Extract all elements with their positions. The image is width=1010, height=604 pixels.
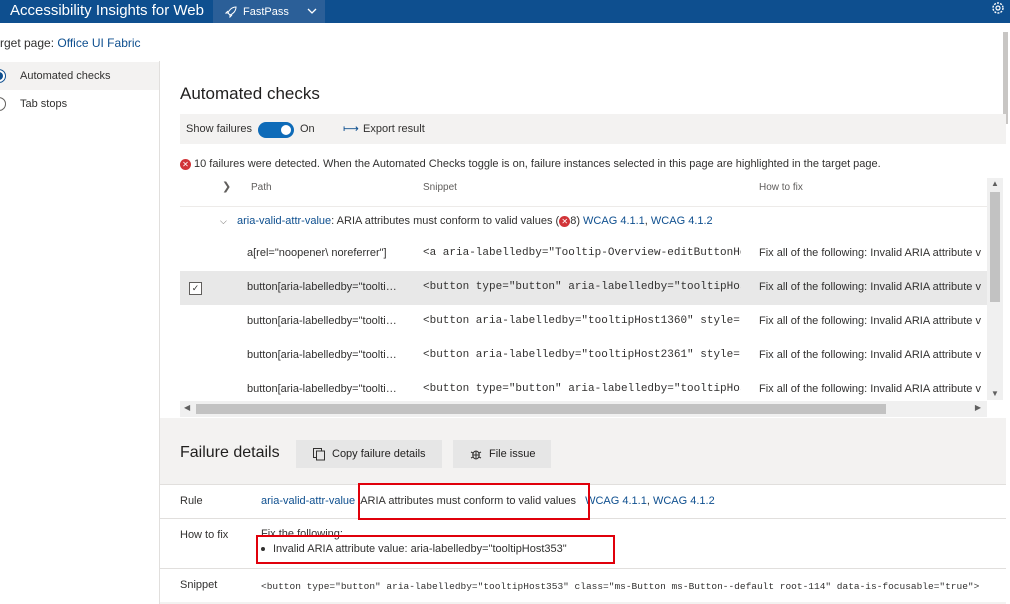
nav-item-tab-stops[interactable]: Tab stops — [0, 90, 159, 118]
copy-failure-details-label: Copy failure details — [332, 448, 426, 460]
scrollbar-thumb[interactable] — [196, 404, 886, 414]
step-indicator-icon — [0, 97, 6, 111]
row-snippet: <button aria-labelledby="tooltipHost2361… — [423, 349, 741, 361]
export-result-button[interactable]: Export result — [363, 123, 425, 135]
how-to-fix-label: How to fix — [180, 529, 229, 541]
row-checkbox[interactable]: ✓ — [189, 282, 202, 295]
target-page: rget page: Office UI Fabric — [0, 36, 141, 50]
table-vertical-scrollbar[interactable]: ▲ ▼ — [987, 178, 1003, 400]
table-row[interactable]: button[aria-labelledby="toolti… <button … — [180, 305, 988, 339]
row-path: button[aria-labelledby="toolti… — [247, 315, 397, 327]
failure-count: 8) — [570, 215, 580, 227]
row-snippet: <button aria-labelledby="tooltipHost1360… — [423, 315, 741, 327]
row-snippet: <button type="button" aria-labelledby="t… — [423, 281, 741, 293]
command-bar: Show failures On ⟼ Export result — [180, 114, 1006, 144]
row-how-to-fix: Fix all of the following: Invalid ARIA a… — [759, 281, 981, 293]
column-header-snippet[interactable]: Snippet — [423, 182, 457, 193]
rule-group-header[interactable]: ⌵ aria-valid-attr-value: ARIA attributes… — [180, 206, 988, 236]
wcag-link-412[interactable]: WCAG 4.1.2 — [653, 495, 715, 507]
scroll-right-icon[interactable]: ▶ — [975, 403, 981, 412]
highlight-box-fix — [256, 535, 615, 564]
table-horizontal-scrollbar[interactable]: ◀ ▶ — [180, 401, 987, 417]
copy-icon — [313, 448, 325, 461]
bug-icon — [470, 450, 482, 460]
nav-item-automated-checks[interactable]: Automated checks — [0, 62, 159, 90]
wcag-link-411[interactable]: WCAG 4.1.1 — [583, 215, 645, 227]
rule-group-text: aria-valid-attr-value: ARIA attributes m… — [237, 215, 713, 227]
target-page-label: rget page: — [0, 36, 55, 50]
expand-all-icon[interactable]: ❯ — [222, 180, 231, 193]
scrollbar-thumb[interactable] — [990, 192, 1000, 302]
nav-item-label: Tab stops — [20, 98, 68, 110]
row-how-to-fix: Fix all of the following: Invalid ARIA a… — [759, 315, 981, 327]
results-table: ❯ Path Snippet How to fix ⌵ aria-valid-a… — [180, 176, 1006, 416]
summary-text: 10 failures were detected. When the Auto… — [194, 158, 881, 170]
wcag-link-412[interactable]: WCAG 4.1.2 — [651, 215, 713, 227]
mode-label: FastPass — [243, 5, 289, 18]
rocket-icon — [225, 5, 237, 18]
show-failures-label: Show failures — [186, 123, 253, 135]
chevron-down-icon[interactable]: ⌵ — [220, 216, 227, 227]
rule-link[interactable]: aria-valid-attr-value — [237, 215, 331, 227]
chevron-down-icon — [307, 8, 317, 14]
row-path: button[aria-labelledby="toolti… — [247, 281, 397, 293]
error-icon: ✕ — [559, 216, 571, 227]
row-path: button[aria-labelledby="toolti… — [247, 383, 397, 395]
table-row[interactable]: ✓ button[aria-labelledby="toolti… <butto… — [180, 271, 988, 305]
failure-details-title: Failure details — [180, 444, 280, 461]
table-row[interactable]: button[aria-labelledby="toolti… <button … — [180, 339, 988, 373]
copy-failure-details-button[interactable]: Copy failure details — [296, 440, 442, 468]
row-path: a[rel="noopener\ noreferrer"] — [247, 247, 387, 259]
error-icon: ✕ — [180, 158, 191, 170]
row-path: button[aria-labelledby="toolti… — [247, 349, 397, 361]
scroll-left-icon[interactable]: ◀ — [184, 403, 190, 412]
rule-description: : ARIA attributes must conform to valid … — [331, 215, 560, 227]
row-how-to-fix: Fix all of the following: Invalid ARIA a… — [759, 247, 981, 259]
row-how-to-fix: Fix all of the following: Invalid ARIA a… — [759, 349, 981, 361]
table-row[interactable]: a[rel="noopener\ noreferrer"] <a aria-la… — [180, 237, 988, 271]
snippet-label: Snippet — [180, 579, 218, 591]
snippet-value: <button type="button" aria-labelledby="t… — [261, 581, 980, 592]
export-icon: ⟼ — [343, 123, 359, 135]
rule-link[interactable]: aria-valid-attr-value — [261, 495, 355, 507]
scroll-up-icon[interactable]: ▲ — [991, 179, 999, 188]
nav-item-label: Automated checks — [20, 70, 111, 82]
scroll-down-icon[interactable]: ▼ — [991, 389, 999, 398]
rule-label: Rule — [180, 495, 203, 507]
wcag-link-411[interactable]: WCAG 4.1.1 — [585, 495, 647, 507]
detail-row-snippet: Snippet <button type="button" aria-label… — [160, 568, 1006, 602]
app-title: Accessibility Insights for Web — [10, 2, 204, 19]
gear-icon[interactable] — [990, 0, 1006, 16]
window-scrollbar-thumb[interactable] — [1003, 32, 1008, 124]
left-nav: Automated checks Tab stops — [0, 61, 160, 604]
row-snippet: <a aria-labelledby="Tooltip-Overview-edi… — [423, 247, 741, 259]
file-issue-label: File issue — [489, 448, 536, 460]
failure-summary: ✕ 10 failures were detected. When the Au… — [180, 158, 881, 170]
page-title: Automated checks — [180, 84, 320, 103]
row-snippet: <button type="button" aria-labelledby="t… — [423, 383, 741, 395]
step-indicator-icon — [0, 69, 6, 83]
app-header: Accessibility Insights for Web FastPass — [0, 0, 1010, 23]
mode-selector[interactable]: FastPass — [213, 0, 325, 23]
toggle-state: On — [300, 123, 315, 135]
highlight-box-rule — [358, 483, 590, 520]
row-how-to-fix: Fix all of the following: Invalid ARIA a… — [759, 383, 981, 395]
show-failures-toggle[interactable] — [258, 122, 294, 138]
file-issue-button[interactable]: File issue — [453, 440, 552, 468]
target-page-link[interactable]: Office UI Fabric — [57, 36, 140, 50]
column-header-path[interactable]: Path — [251, 182, 272, 193]
column-header-how-to-fix[interactable]: How to fix — [759, 182, 803, 193]
